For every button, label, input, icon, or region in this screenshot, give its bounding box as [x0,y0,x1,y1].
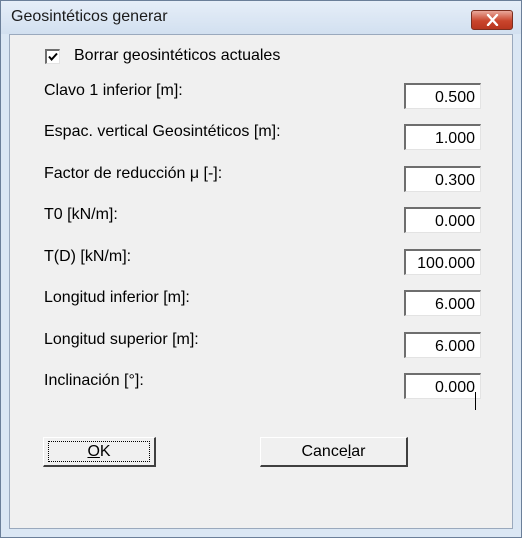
dialog-window: Geosintéticos generar Borrar geosintétic… [0,0,522,538]
nail-1-input[interactable] [404,83,481,109]
title-bar[interactable]: Geosintéticos generar [1,1,521,34]
field-label-nail-1: Clavo 1 inferior [m]: [44,82,183,99]
window-title: Geosintéticos generar [11,8,168,25]
cancel-button[interactable]: Cancelar [260,437,408,467]
clear-geosynthetics-checkbox[interactable] [45,49,60,64]
close-icon [486,14,499,26]
cancel-label-end: ar [351,443,366,460]
reduction-factor-input[interactable] [404,166,481,192]
clear-geosynthetics-label: Borrar geosintéticos actuales [74,47,281,64]
field-label-td: T(D) [kN/m]: [44,248,132,265]
cancel-label-start: Cance [301,443,348,460]
field-label-vertical-spacing: Espac. vertical Geosintéticos [m]: [44,123,281,140]
upper-length-input[interactable] [404,332,481,358]
field-label-t0: T0 [kN/m]: [44,206,118,223]
vertical-spacing-input[interactable] [404,124,481,150]
focus-rectangle [48,441,150,462]
close-button[interactable] [471,10,513,30]
lower-length-input[interactable] [404,290,481,316]
field-label-reduction-factor: Factor de reducción μ [-]: [44,165,223,182]
field-label-upper-length: Longitud superior [m]: [44,331,199,348]
field-label-inclination: Inclinación [°]: [44,372,144,389]
t0-input[interactable] [404,207,481,233]
td-input[interactable] [404,249,481,275]
text-cursor [475,392,476,410]
inclination-input[interactable] [404,373,481,399]
field-label-lower-length: Longitud inferior [m]: [44,289,190,306]
checkmark-icon [48,52,58,62]
ok-button[interactable]: OK [43,437,156,467]
